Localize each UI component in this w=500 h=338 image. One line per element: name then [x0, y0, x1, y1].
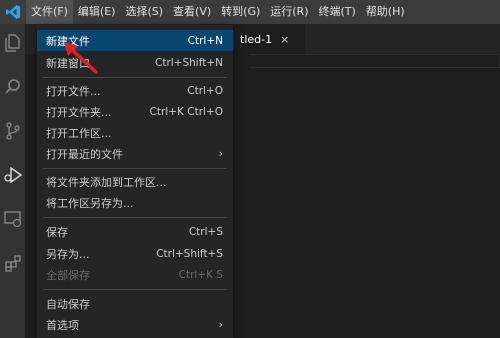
files-icon[interactable]	[2, 32, 24, 54]
menu-selection[interactable]: 选择(S)	[120, 0, 168, 24]
menu-item-open-file[interactable]: 打开文件... Ctrl+O	[37, 80, 233, 101]
menu-item-open-recent[interactable]: 打开最近的文件 ›	[37, 143, 233, 164]
source-control-icon[interactable]	[2, 120, 24, 142]
shortcut-label: Ctrl+K S	[178, 268, 223, 281]
menu-item-save[interactable]: 保存 Ctrl+S	[37, 221, 233, 242]
shortcut-label: Ctrl+N	[187, 34, 223, 47]
menu-item-save-as[interactable]: 另存为... Ctrl+Shift+S	[37, 243, 233, 264]
menu-item-open-workspace[interactable]: 打开工作区...	[37, 122, 233, 143]
extensions-icon[interactable]	[2, 252, 24, 274]
run-debug-icon[interactable]	[2, 164, 24, 186]
shortcut-label: Ctrl+K Ctrl+O	[149, 105, 223, 118]
menu-item-preferences[interactable]: 首选项 ›	[37, 314, 233, 335]
menu-bar: 文件(F) 编辑(E) 选择(S) 查看(V) 转到(G) 运行(R) 终端(T…	[0, 0, 500, 24]
annotation-arrow-icon	[64, 42, 98, 74]
close-icon[interactable]: ×	[280, 33, 289, 46]
menu-go[interactable]: 转到(G)	[216, 0, 265, 24]
chevron-right-icon: ›	[218, 147, 223, 160]
menu-item-save-workspace-as[interactable]: 将工作区另存为...	[37, 192, 233, 213]
tab-title: tled-1	[240, 32, 273, 46]
menu-item-label: 全部保存	[46, 268, 90, 282]
search-icon[interactable]	[2, 76, 24, 98]
shortcut-label: Ctrl+O	[187, 84, 223, 97]
menu-item-open-folder[interactable]: 打开文件夹... Ctrl+K Ctrl+O	[37, 101, 233, 122]
menu-help[interactable]: 帮助(H)	[361, 0, 410, 24]
activity-bar	[0, 24, 25, 338]
menu-item-label: 将工作区另存为...	[46, 196, 134, 210]
remote-explorer-icon[interactable]	[2, 208, 24, 230]
menu-item-label: 另存为...	[46, 247, 90, 261]
menu-edit[interactable]: 编辑(E)	[73, 0, 121, 24]
menu-file[interactable]: 文件(F)	[26, 0, 73, 24]
chevron-right-icon: ›	[218, 318, 223, 331]
shortcut-label: Ctrl+S	[188, 225, 223, 238]
menu-terminal[interactable]: 终端(T)	[314, 0, 361, 24]
vscode-logo-icon	[0, 0, 26, 24]
menu-item-label: 打开最近的文件	[46, 147, 123, 161]
shortcut-label: Ctrl+Shift+S	[156, 247, 223, 260]
menu-item-label: 打开文件...	[46, 84, 101, 98]
menu-item-label: 打开文件夹...	[46, 105, 112, 119]
menu-item-label: 打开工作区...	[46, 126, 112, 140]
menu-view[interactable]: 查看(V)	[168, 0, 216, 24]
menu-item-label: 首选项	[46, 318, 79, 332]
menu-separator	[43, 289, 227, 290]
menu-item-save-all: 全部保存 Ctrl+K S	[37, 264, 233, 285]
menu-item-auto-save[interactable]: 自动保存	[37, 293, 233, 314]
menu-item-add-folder-to-workspace[interactable]: 将文件夹添加到工作区...	[37, 171, 233, 192]
menu-separator	[43, 217, 227, 218]
menu-run[interactable]: 运行(R)	[265, 0, 313, 24]
menu-item-label: 将文件夹添加到工作区...	[46, 175, 167, 189]
shortcut-label: Ctrl+Shift+N	[155, 56, 223, 69]
menu-separator	[43, 168, 227, 169]
menu-item-label: 保存	[46, 225, 68, 239]
menu-item-label: 自动保存	[46, 297, 90, 311]
editor-ruler	[250, 54, 500, 68]
